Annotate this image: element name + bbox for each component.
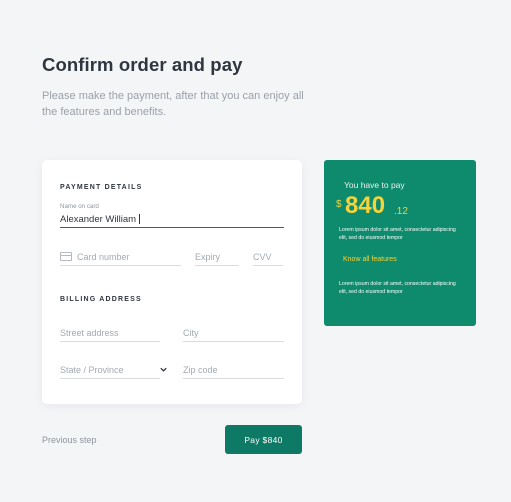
- name-on-card-label: Name on card: [60, 203, 99, 210]
- summary-description-1: Lorem ipsum dolor sit amet, consectetur …: [339, 227, 456, 241]
- city-field[interactable]: City: [183, 325, 284, 342]
- payment-summary-panel: You have to pay $ 840 .12 Lorem ipsum do…: [324, 160, 476, 326]
- billing-address-heading: BILLING ADDRESS: [60, 296, 142, 303]
- cvv-placeholder: CVV: [253, 252, 272, 262]
- page-subtitle: Please make the payment, after that you …: [42, 90, 304, 118]
- page-title: Confirm order and pay: [42, 54, 243, 75]
- amount-integer: 840: [345, 192, 386, 219]
- street-address-field[interactable]: Street address: [60, 325, 160, 342]
- chevron-down-icon: [160, 367, 167, 372]
- cvv-field[interactable]: CVV: [253, 249, 283, 266]
- credit-card-icon: [60, 252, 72, 262]
- text-cursor: [139, 214, 140, 224]
- expiry-placeholder: Expiry: [195, 252, 221, 262]
- pay-button[interactable]: Pay $840: [225, 425, 302, 454]
- card-number-placeholder: Card number: [77, 252, 130, 262]
- zip-code-placeholder: Zip code: [183, 365, 218, 375]
- zip-code-field[interactable]: Zip code: [183, 362, 284, 379]
- card-number-field[interactable]: Card number: [60, 249, 181, 266]
- name-on-card-input[interactable]: [60, 211, 284, 228]
- state-province-select[interactable]: State / Province: [60, 362, 167, 379]
- amount-decimal: .12: [394, 206, 408, 217]
- city-placeholder: City: [183, 328, 199, 338]
- currency-symbol: $: [336, 199, 342, 210]
- street-address-placeholder: Street address: [60, 328, 119, 338]
- payment-details-heading: PAYMENT DETAILS: [60, 184, 143, 191]
- previous-step-link[interactable]: Previous step: [42, 435, 97, 445]
- know-all-features-link[interactable]: Know all features: [343, 256, 397, 263]
- amount-heading: You have to pay: [344, 180, 405, 190]
- state-province-placeholder: State / Province: [60, 365, 124, 375]
- expiry-field[interactable]: Expiry: [195, 249, 239, 266]
- payment-form-card: PAYMENT DETAILS Name on card Card number…: [42, 160, 302, 404]
- summary-description-2: Lorem ipsum dolor sit amet, consectetur …: [339, 281, 456, 295]
